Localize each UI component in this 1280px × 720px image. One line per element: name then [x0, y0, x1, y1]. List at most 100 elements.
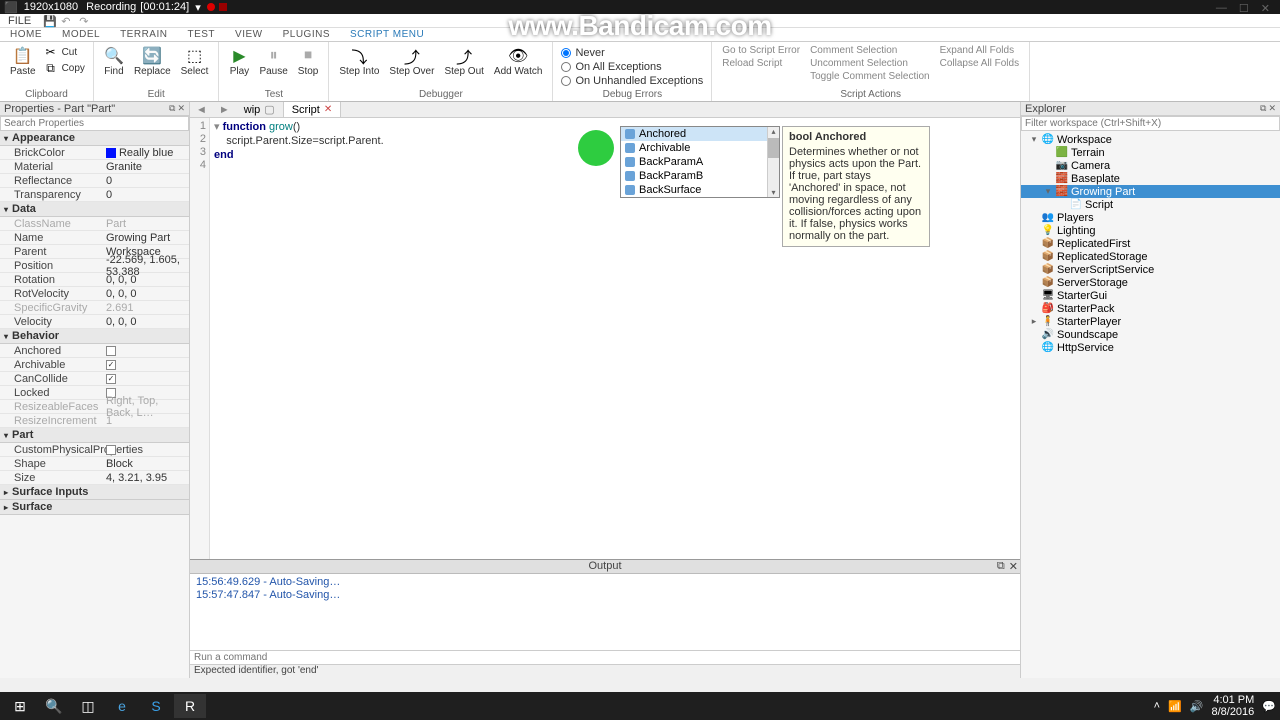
tree-item[interactable]: 📷Camera [1021, 159, 1280, 172]
section-surface[interactable]: ▸Surface [0, 500, 189, 515]
tree-item[interactable]: 🧱Baseplate [1021, 172, 1280, 185]
prop-transparency[interactable]: Transparency0 [0, 188, 189, 202]
tab-view[interactable]: VIEW [225, 29, 273, 40]
tree-item[interactable]: 📄Script [1021, 198, 1280, 211]
tray-network-icon[interactable]: 📶 [1168, 700, 1182, 713]
step-over-button[interactable]: ⤴Step Over [385, 44, 438, 79]
prop-velocity[interactable]: Velocity0, 0, 0 [0, 315, 189, 329]
record-icon[interactable] [207, 3, 215, 11]
prop-size[interactable]: Size4, 3.21, 3.95 [0, 471, 189, 485]
prop-shape[interactable]: ShapeBlock [0, 457, 189, 471]
prop-reflectance[interactable]: Reflectance0 [0, 174, 189, 188]
search-button[interactable]: 🔍 [38, 694, 70, 718]
prop-archivable[interactable]: Archivable [0, 358, 189, 372]
properties-search[interactable] [0, 116, 189, 131]
ac-item[interactable]: BackParamB [621, 169, 779, 183]
prop-customphys[interactable]: CustomPhysicalProperties [0, 443, 189, 457]
tree-item[interactable]: ▾🧱Growing Part [1021, 185, 1280, 198]
taskbar-ie[interactable]: e [106, 694, 138, 718]
nav-back-icon[interactable]: ◄ [190, 104, 213, 116]
ac-item[interactable]: Anchored [621, 127, 779, 141]
undock-icon[interactable]: ⧉ [169, 103, 175, 114]
autocomplete-popup[interactable]: Anchored Archivable BackParamA BackParam… [620, 126, 780, 198]
doc-tab-script[interactable]: Script✕ [284, 102, 342, 117]
tab-test[interactable]: TEST [177, 29, 225, 40]
goto-script-error[interactable]: Go to Script Error [718, 44, 804, 57]
tree-item[interactable]: 📦ReplicatedStorage [1021, 250, 1280, 263]
add-watch-button[interactable]: 👁Add Watch [490, 44, 547, 79]
ac-item[interactable]: BackParamA [621, 155, 779, 169]
radio-on-all[interactable]: On All Exceptions [559, 60, 705, 74]
radio-on-unhandled[interactable]: On Unhandled Exceptions [559, 74, 705, 88]
prop-brickcolor[interactable]: BrickColorReally blue [0, 146, 189, 160]
prop-cancollide[interactable]: CanCollide [0, 372, 189, 386]
expand-icon[interactable]: ▾ [1043, 186, 1053, 197]
reload-script[interactable]: Reload Script [718, 57, 804, 70]
close-icon[interactable]: ✕ [177, 103, 185, 114]
taskbar-roblox-studio[interactable]: R [174, 694, 206, 718]
qat-undo-icon[interactable]: ↶ [61, 15, 73, 27]
tab-plugins[interactable]: PLUGINS [273, 29, 340, 40]
close-icon[interactable]: ▢ [264, 103, 274, 116]
collapse-folds[interactable]: Collapse All Folds [936, 57, 1023, 70]
radio-never[interactable]: Never [559, 46, 705, 60]
section-part[interactable]: ▾Part [0, 428, 189, 443]
output-body[interactable]: 15:56:49.629 - Auto-Saving… 15:57:47.847… [190, 574, 1020, 650]
nav-fwd-icon[interactable]: ► [213, 104, 236, 116]
tray-up-icon[interactable]: ˄ [1154, 700, 1160, 712]
tab-model[interactable]: MODEL [52, 29, 110, 40]
section-surface-inputs[interactable]: ▸Surface Inputs [0, 485, 189, 500]
prop-anchored[interactable]: Anchored [0, 344, 189, 358]
undock-icon[interactable]: ⧉ [997, 560, 1005, 573]
tree-item[interactable]: 🔊Soundscape [1021, 328, 1280, 341]
file-menu[interactable]: FILE [0, 15, 39, 27]
stop-button[interactable]: ⏹Stop [294, 44, 323, 79]
tab-script-menu[interactable]: SCRIPT MENU [340, 29, 434, 40]
tree-item[interactable]: 🟩Terrain [1021, 146, 1280, 159]
find-button[interactable]: 🔍Find [100, 44, 128, 79]
tree-item[interactable]: 🖥StarterGui [1021, 289, 1280, 302]
prop-position[interactable]: Position-22.569, 1.605, 53.388 [0, 259, 189, 273]
command-bar[interactable] [190, 650, 1020, 664]
tree-item[interactable]: ▸🧍StarterPlayer [1021, 315, 1280, 328]
uncomment-selection[interactable]: Uncomment Selection [806, 57, 934, 70]
select-button[interactable]: ⬚Select [177, 44, 213, 79]
section-data[interactable]: ▾Data [0, 202, 189, 217]
dropdown-icon[interactable]: ▾ [195, 1, 201, 14]
prop-rotvelocity[interactable]: RotVelocity0, 0, 0 [0, 287, 189, 301]
tray-volume-icon[interactable]: 🔊 [1190, 700, 1204, 713]
section-appearance[interactable]: ▾Appearance [0, 131, 189, 146]
ac-scrollbar[interactable]: ▴▾ [767, 127, 779, 197]
command-input[interactable] [194, 652, 1016, 663]
qat-save-icon[interactable]: 💾 [43, 15, 55, 27]
prop-rotation[interactable]: Rotation0, 0, 0 [0, 273, 189, 287]
notifications-icon[interactable]: 💬 [1262, 700, 1276, 713]
play-button[interactable]: ▶Play [225, 44, 253, 79]
step-into-button[interactable]: ⤵Step Into [335, 44, 383, 79]
expand-folds[interactable]: Expand All Folds [936, 44, 1023, 57]
close-icon[interactable]: ✕ [1268, 103, 1276, 114]
minimize-button[interactable]: — [1216, 2, 1227, 15]
taskbar-time[interactable]: 4:01 PM [1211, 694, 1254, 706]
qat-redo-icon[interactable]: ↷ [79, 15, 91, 27]
explorer-tree[interactable]: ▾🌐Workspace🟩Terrain📷Camera🧱Baseplate▾🧱Gr… [1021, 131, 1280, 678]
tree-item[interactable]: 💡Lighting [1021, 224, 1280, 237]
prop-material[interactable]: MaterialGranite [0, 160, 189, 174]
explorer-filter[interactable] [1021, 116, 1280, 131]
expand-icon[interactable]: ▾ [1029, 134, 1039, 145]
tree-item[interactable]: 📦ServerStorage [1021, 276, 1280, 289]
pause-button[interactable]: ⏸Pause [255, 44, 291, 79]
paste-button[interactable]: 📋Paste [6, 44, 40, 79]
code-editor[interactable]: 1234 ▾ function grow() script.Parent.Siz… [190, 118, 1020, 559]
expand-icon[interactable]: ▸ [1029, 316, 1039, 327]
task-view-button[interactable]: ◫ [72, 694, 104, 718]
section-behavior[interactable]: ▾Behavior [0, 329, 189, 344]
close-icon[interactable]: ✕ [1009, 560, 1018, 573]
prop-name[interactable]: NameGrowing Part [0, 231, 189, 245]
tree-item[interactable]: 📦ReplicatedFirst [1021, 237, 1280, 250]
tree-item[interactable]: 🌐HttpService [1021, 341, 1280, 354]
tree-item[interactable]: 👥Players [1021, 211, 1280, 224]
close-icon[interactable]: ✕ [324, 104, 332, 115]
comment-selection[interactable]: Comment Selection [806, 44, 934, 57]
start-button[interactable]: ⊞ [4, 694, 36, 718]
